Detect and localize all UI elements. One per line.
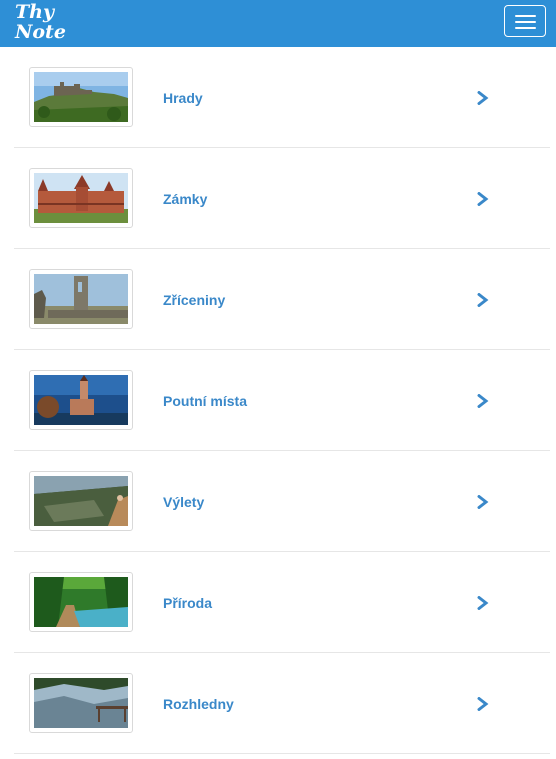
thumbnail — [29, 471, 133, 531]
category-list: Hrady Zámky Zříceniny Poutní místa Výlet… — [14, 47, 550, 754]
hamburger-icon — [515, 15, 536, 17]
category-label: Poutní místa — [163, 393, 248, 409]
lookout-thumbnail-image — [34, 678, 128, 728]
list-item-hrady[interactable]: Hrady — [14, 47, 550, 148]
hamburger-icon-bar — [515, 27, 536, 29]
category-label: Hrady — [163, 90, 203, 106]
trip-thumbnail-image — [34, 476, 128, 526]
list-item-poutni-mista[interactable]: Poutní místa — [14, 350, 550, 451]
list-item-rozhledny[interactable]: Rozhledny — [14, 653, 550, 754]
thumbnail — [29, 67, 133, 127]
hamburger-icon-bar — [515, 21, 536, 23]
nature-thumbnail-image — [34, 577, 128, 627]
thumbnail — [29, 572, 133, 632]
menu-toggle-button[interactable] — [504, 5, 546, 37]
thumbnail — [29, 269, 133, 329]
category-label: Zámky — [163, 191, 208, 207]
logo-line-2: Note — [15, 21, 66, 43]
ruin-thumbnail-image — [34, 274, 128, 324]
chateau-thumbnail-image — [34, 173, 128, 223]
chevron-right-icon — [477, 192, 489, 206]
chevron-right-icon — [477, 596, 489, 610]
chevron-right-icon — [477, 394, 489, 408]
chevron-right-icon — [477, 495, 489, 509]
chevron-right-icon — [477, 293, 489, 307]
thumbnail — [29, 370, 133, 430]
chevron-right-icon — [477, 91, 489, 105]
category-label: Výlety — [163, 494, 205, 510]
logo-line-1: Thy — [15, 1, 54, 23]
church-thumbnail-image — [34, 375, 128, 425]
castle-thumbnail-image — [34, 72, 128, 122]
list-item-zriceniny[interactable]: Zříceniny — [14, 249, 550, 350]
category-label: Rozhledny — [163, 696, 234, 712]
app-logo[interactable]: Thy Note — [15, 2, 66, 42]
list-item-priroda[interactable]: Příroda — [14, 552, 550, 653]
chevron-right-icon — [477, 697, 489, 711]
thumbnail — [29, 673, 133, 733]
category-label: Zříceniny — [163, 292, 226, 308]
category-label: Příroda — [163, 595, 213, 611]
list-item-zamky[interactable]: Zámky — [14, 148, 550, 249]
top-navbar: Thy Note — [0, 0, 556, 47]
thumbnail — [29, 168, 133, 228]
list-item-vylety[interactable]: Výlety — [14, 451, 550, 552]
